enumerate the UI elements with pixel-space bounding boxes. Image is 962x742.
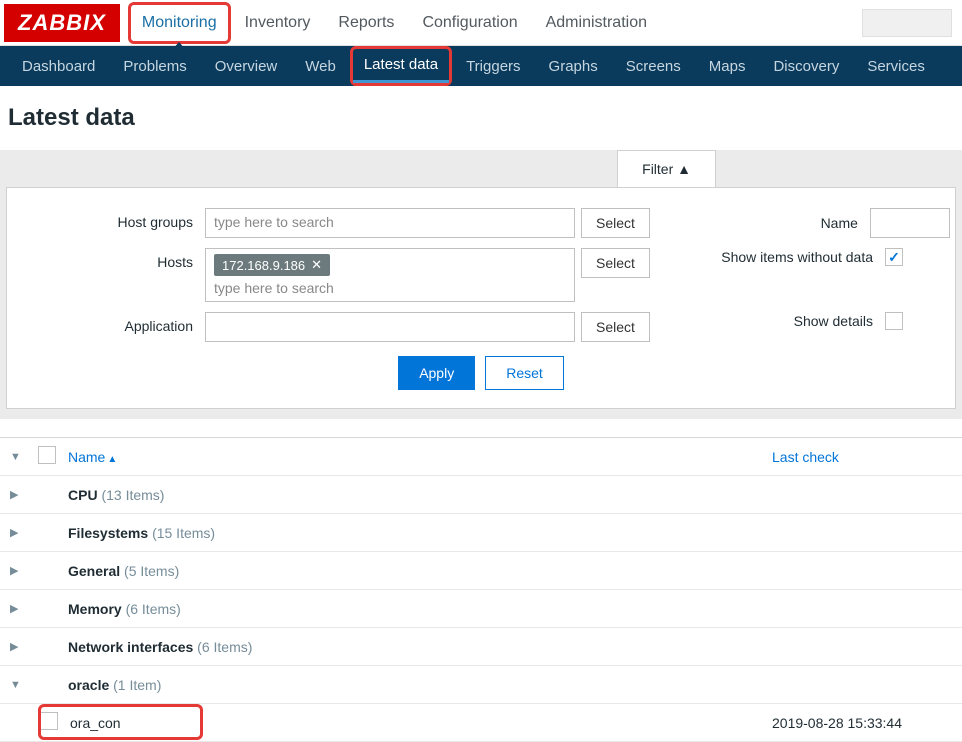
subnav-web[interactable]: Web	[291, 48, 350, 85]
table-row[interactable]: ▶ Network interfaces (6 Items)	[0, 628, 962, 666]
expand-icon[interactable]: ▶	[10, 526, 38, 539]
collapse-icon[interactable]: ▼	[10, 679, 38, 691]
subnav-triggers[interactable]: Triggers	[452, 48, 534, 85]
sort-by-lastcheck[interactable]: Last check	[772, 449, 839, 465]
hosts-select-button[interactable]: Select	[581, 248, 650, 278]
subnav-graphs[interactable]: Graphs	[535, 48, 612, 85]
expand-icon[interactable]: ▶	[10, 602, 38, 615]
application-select-button[interactable]: Select	[581, 312, 650, 342]
show-details-checkbox[interactable]	[885, 312, 903, 330]
topnav-monitoring[interactable]: Monitoring	[128, 2, 231, 44]
hosts-label: Hosts	[25, 248, 205, 270]
subnav-overview[interactable]: Overview	[201, 48, 292, 85]
subnav-problems[interactable]: Problems	[109, 48, 200, 85]
show-without-data-checkbox[interactable]	[885, 248, 903, 266]
remove-tag-icon[interactable]: ✕	[311, 257, 322, 273]
subnav-discovery[interactable]: Discovery	[759, 48, 853, 85]
host-groups-label: Host groups	[25, 208, 205, 230]
application-input[interactable]	[205, 312, 575, 342]
zabbix-logo[interactable]: ZABBIX	[4, 4, 120, 42]
table-row[interactable]: ▼ oracle (1 Item)	[0, 666, 962, 704]
host-tag[interactable]: 172.168.9.186 ✕	[214, 254, 330, 276]
table-row[interactable]: ▶ General (5 Items)	[0, 552, 962, 590]
topnav-configuration[interactable]: Configuration	[408, 2, 531, 44]
page-title: Latest data	[0, 86, 962, 150]
expand-icon[interactable]: ▶	[10, 640, 38, 653]
expand-all-icon[interactable]: ▼	[10, 451, 38, 463]
filter-toggle[interactable]: Filter ▲	[617, 150, 716, 187]
host-groups-input[interactable]: type here to search	[205, 208, 575, 238]
table-row[interactable]: ▶ Filesystems (15 Items)	[0, 514, 962, 552]
reset-button[interactable]: Reset	[485, 356, 564, 390]
global-search[interactable]	[862, 9, 952, 37]
name-input[interactable]	[870, 208, 950, 238]
hosts-input[interactable]: 172.168.9.186 ✕ type here to search	[205, 248, 575, 302]
subnav-services[interactable]: Services	[853, 48, 939, 85]
topnav-inventory[interactable]: Inventory	[231, 2, 325, 44]
expand-icon[interactable]: ▶	[10, 488, 38, 501]
application-label: Application	[25, 312, 205, 334]
subnav-dashboard[interactable]: Dashboard	[8, 48, 109, 85]
name-label: Name	[670, 215, 870, 231]
subnav-latest-data[interactable]: Latest data	[353, 49, 449, 83]
item-checkbox[interactable]	[40, 712, 58, 730]
table-row[interactable]: ▶ Memory (6 Items)	[0, 590, 962, 628]
sort-by-name[interactable]: Name▲	[68, 449, 117, 465]
show-details-label: Show details	[685, 313, 885, 329]
expand-icon[interactable]: ▶	[10, 564, 38, 577]
host-groups-select-button[interactable]: Select	[581, 208, 650, 238]
table-row[interactable]: ▶ CPU (13 Items)	[0, 476, 962, 514]
apply-button[interactable]: Apply	[398, 356, 475, 390]
topnav-reports[interactable]: Reports	[324, 2, 408, 44]
subnav-maps[interactable]: Maps	[695, 48, 760, 85]
topnav-administration[interactable]: Administration	[532, 2, 661, 44]
subnav-screens[interactable]: Screens	[612, 48, 695, 85]
table-item-row[interactable]: ora_con 2019-08-28 15:33:44	[0, 704, 962, 742]
show-without-data-label: Show items without data	[685, 249, 885, 265]
select-all-checkbox[interactable]	[38, 446, 56, 464]
